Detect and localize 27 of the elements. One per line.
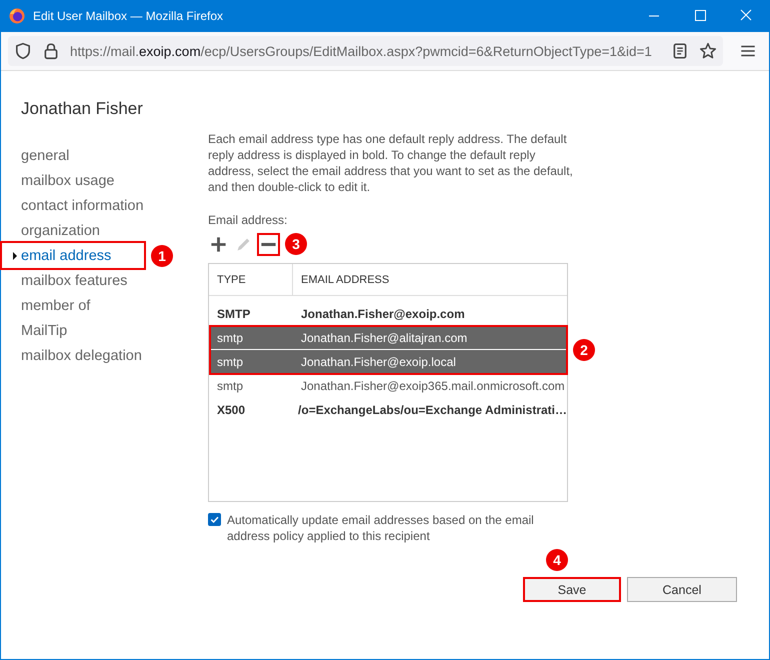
list-label: Email address: — [208, 213, 288, 227]
sidebar-item[interactable]: member of — [21, 298, 90, 314]
sidebar-item[interactable]: general — [21, 148, 70, 164]
sidebar-item[interactable]: organization — [21, 222, 100, 238]
table-row[interactable]: smtp Jonathan.Fisher@exoip.local — [209, 350, 567, 374]
table-row[interactable]: smtp Jonathan.Fisher@exoip365.mail.onmicrosoft.com — [209, 374, 567, 398]
column-header[interactable]: EMAIL ADDRESS — [293, 264, 390, 295]
cancel-button[interactable]: Cancel — [627, 577, 737, 602]
sidebar-item[interactable]: email address — [21, 248, 112, 264]
callout-badge: 4 — [546, 549, 568, 571]
column-header[interactable]: TYPE — [209, 264, 293, 295]
address-bar[interactable]: https://mail.exoip.com/ecp/UsersGroups/EditMailbox.aspx?pwmcid=6&ReturnObjectType=1&id=1 — [8, 36, 723, 66]
page-title: Jonathan Fisher — [21, 99, 144, 119]
sidebar-item[interactable]: MailTip — [21, 322, 68, 338]
table-row[interactable]: smtp Jonathan.Fisher@alitajran.com — [209, 326, 567, 350]
callout-badge: 1 — [151, 244, 173, 266]
table-row[interactable]: X500 /o=ExchangeLabs/ou=Exchange Administrati… — [209, 398, 567, 422]
checkbox-label: Automatically update email addresses based on the email address policy applied to this recipient — [227, 512, 535, 544]
callout-badge: 2 — [573, 339, 595, 361]
description-text: Each email address type has one default reply address. The default reply address is displayed in bold. To change the default reply address, select the email address that you want to set as the default, and then double-click to edit it. — [208, 131, 573, 195]
table-row[interactable]: SMTP Jonathan.Fisher@exoip.com — [209, 302, 567, 326]
sidebar-item[interactable]: contact information — [21, 198, 144, 214]
sidebar-item[interactable]: mailbox features — [21, 272, 128, 288]
callout-badge: 3 — [285, 233, 307, 255]
window-title: Edit User Mailbox — Mozilla Firefox — [33, 9, 224, 23]
sidebar-item[interactable]: mailbox usage — [21, 172, 114, 188]
sidebar-item[interactable]: mailbox delegation — [21, 348, 142, 364]
